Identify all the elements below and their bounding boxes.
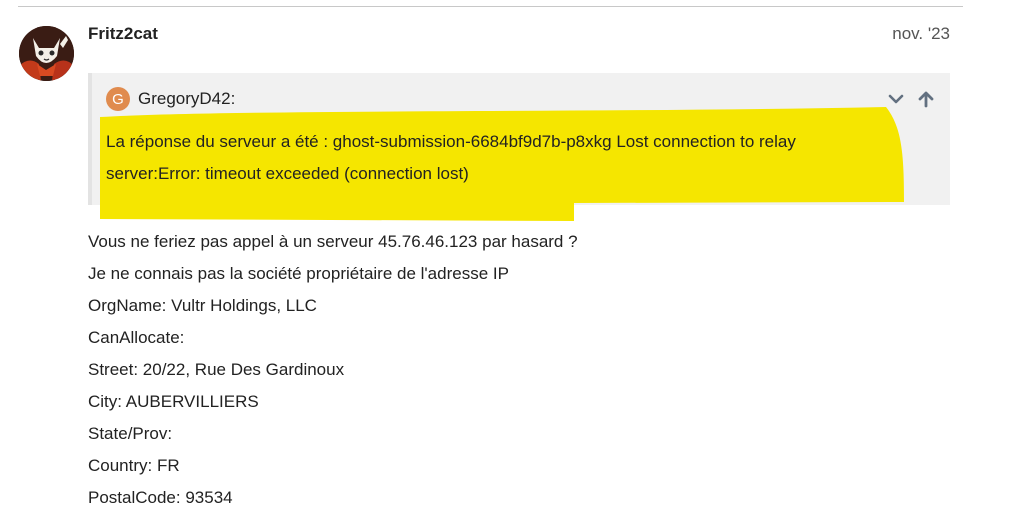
quote-title: G GregoryD42: — [106, 87, 235, 111]
post-line: Vous ne feriez pas appel à un serveur 45… — [88, 232, 578, 251]
post-divider — [18, 6, 963, 7]
arrow-up-icon — [918, 91, 934, 108]
post-line: State/Prov: — [88, 424, 173, 443]
quoted-user-avatar[interactable]: G — [106, 87, 130, 111]
quoted-username: GregoryD42: — [138, 89, 236, 108]
post-line: Country: FR — [88, 456, 180, 475]
post-line: PostalCode: 93534 — [88, 488, 233, 507]
post-date[interactable]: nov. '23 — [892, 24, 950, 44]
post-body: Vous ne feriez pas appel à un serveur 45… — [88, 226, 948, 514]
quote-text-line: La réponse du serveur a été : ghost-subm… — [106, 132, 796, 151]
username[interactable]: Fritz2cat — [88, 24, 158, 44]
quote-text: La réponse du serveur a été : ghost-subm… — [106, 126, 906, 190]
go-to-quoted-post-button[interactable] — [915, 88, 937, 110]
avatar-cat-icon — [19, 26, 74, 81]
quote-controls — [885, 88, 937, 110]
quote-text-line: server:Error: timeout exceeded (connecti… — [106, 164, 469, 183]
avatar[interactable] — [19, 26, 74, 81]
chevron-down-icon — [888, 94, 904, 104]
post-line: Street: 20/22, Rue Des Gardinoux — [88, 360, 345, 379]
post-line: OrgName: Vultr Holdings, LLC — [88, 296, 317, 315]
post-line: City: AUBERVILLIERS — [88, 392, 259, 411]
post-line: Je ne connais pas la société propriétair… — [88, 264, 509, 283]
post-line: CanAllocate: — [88, 328, 185, 347]
expand-quote-button[interactable] — [885, 88, 907, 110]
